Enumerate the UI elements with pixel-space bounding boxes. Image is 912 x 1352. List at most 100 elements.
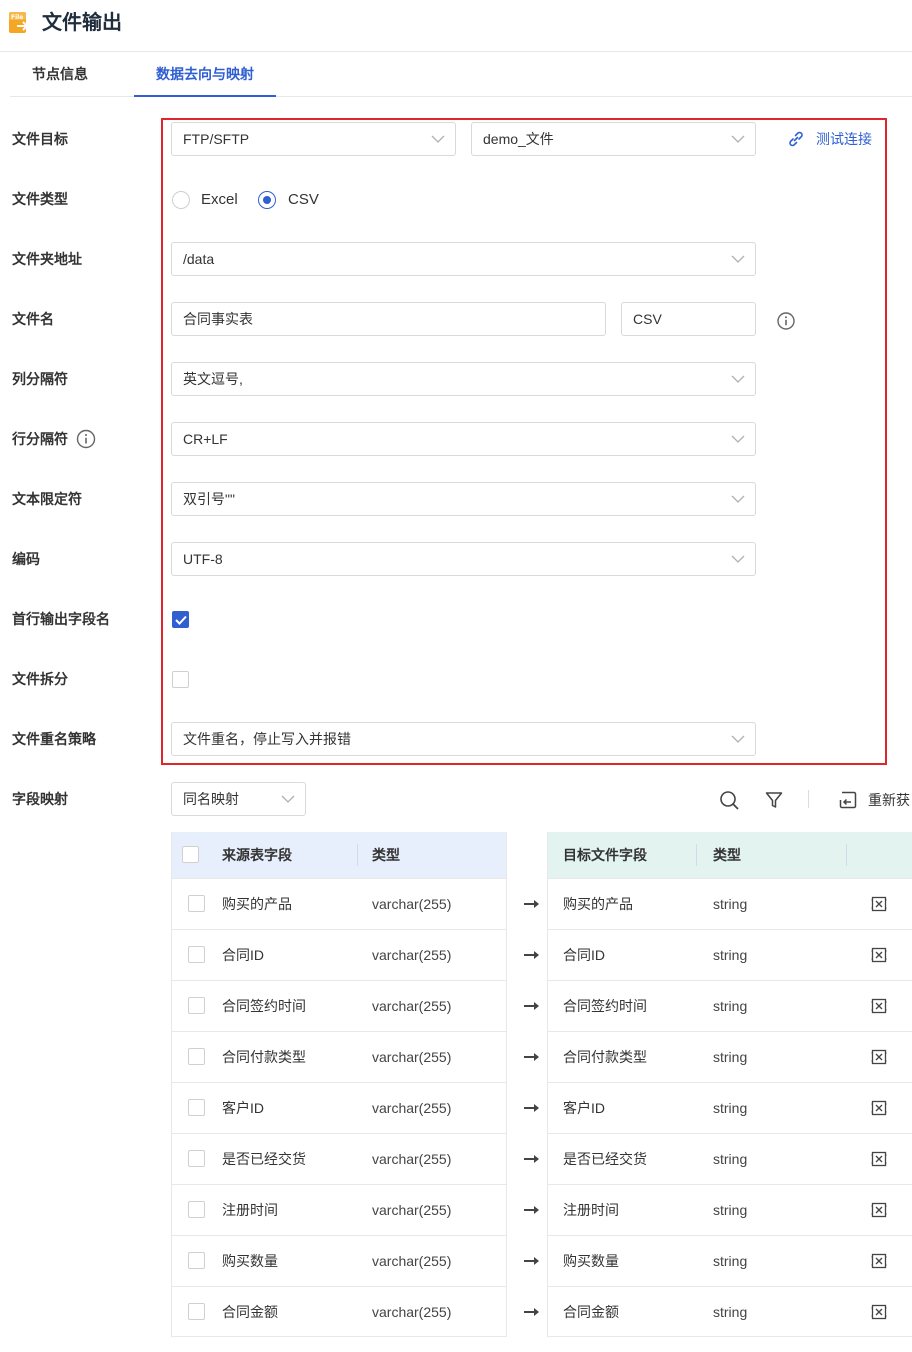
source-field-cell: 合同ID: [222, 947, 264, 963]
target-field-cell: 购买的产品: [563, 896, 633, 912]
table-row[interactable]: 合同付款类型 string: [548, 1031, 912, 1082]
info-icon[interactable]: [776, 311, 796, 331]
table-row[interactable]: 合同ID string: [548, 929, 912, 980]
filter-icon[interactable]: [764, 790, 784, 810]
delete-row-icon[interactable]: [871, 1304, 887, 1320]
chevron-down-icon: [731, 375, 745, 383]
delete-row-icon[interactable]: [871, 1049, 887, 1065]
tab-node-info[interactable]: 节点信息: [10, 52, 110, 97]
connection-select[interactable]: demo_文件: [471, 122, 756, 156]
target-type-cell: string: [713, 1253, 748, 1269]
file-split-checkbox[interactable]: [172, 671, 189, 688]
table-row[interactable]: 合同签约时间 string: [548, 980, 912, 1031]
target-type-cell: string: [713, 1151, 748, 1167]
target-field-header: 目标文件字段: [563, 847, 647, 863]
delete-row-icon[interactable]: [871, 1253, 887, 1269]
table-row[interactable]: 合同签约时间 varchar(255): [172, 980, 506, 1031]
rename-policy-label: 文件重名策略: [12, 731, 96, 747]
target-field-cell: 合同ID: [563, 947, 605, 963]
target-type-cell: string: [713, 1100, 748, 1116]
header-row-checkbox[interactable]: [172, 611, 189, 628]
file-extension-field: CSV: [621, 302, 756, 336]
rename-policy-select[interactable]: 文件重名，停止写入并报错: [171, 722, 756, 756]
test-connection-link[interactable]: 测试连接: [816, 129, 872, 149]
target-type-cell: string: [713, 998, 748, 1014]
radio-excel[interactable]: [172, 191, 190, 209]
table-row[interactable]: 购买的产品 varchar(255): [172, 878, 506, 929]
refresh-icon[interactable]: [838, 790, 858, 810]
chevron-down-icon: [731, 255, 745, 263]
mapping-arrow-icon: [524, 1053, 539, 1061]
target-type-cell: string: [713, 1049, 748, 1065]
row-checkbox[interactable]: [188, 1099, 205, 1116]
text-qualifier-value: 双引号"": [183, 491, 235, 507]
row-separator-label: 行分隔符: [12, 431, 68, 447]
table-row[interactable]: 注册时间 varchar(255): [172, 1184, 506, 1235]
row-checkbox[interactable]: [188, 997, 205, 1014]
row-checkbox[interactable]: [188, 1048, 205, 1065]
source-field-header: 来源表字段: [222, 847, 292, 863]
target-field-cell: 是否已经交货: [563, 1151, 647, 1167]
encoding-select[interactable]: UTF-8: [171, 542, 756, 576]
row-checkbox[interactable]: [188, 1150, 205, 1167]
delete-row-icon[interactable]: [871, 1100, 887, 1116]
chevron-down-icon: [731, 495, 745, 503]
radio-csv-label[interactable]: CSV: [288, 190, 319, 210]
row-separator-value: CR+LF: [183, 431, 228, 447]
refresh-button-label[interactable]: 重新获: [868, 790, 910, 810]
mapping-arrow-icon: [524, 1257, 539, 1265]
header-row-label: 首行输出字段名: [12, 611, 110, 627]
tab-data-destination-mapping[interactable]: 数据去向与映射: [134, 52, 276, 97]
row-checkbox[interactable]: [188, 946, 205, 963]
file-name-value: 合同事实表: [183, 311, 253, 327]
source-type-cell: varchar(255): [372, 947, 452, 963]
file-name-input[interactable]: 合同事实表: [171, 302, 606, 336]
target-type-cell: string: [713, 947, 748, 963]
source-field-cell: 注册时间: [222, 1202, 278, 1218]
table-row[interactable]: 是否已经交货 varchar(255): [172, 1133, 506, 1184]
link-icon[interactable]: [787, 130, 805, 148]
table-row[interactable]: 合同付款类型 varchar(255): [172, 1031, 506, 1082]
folder-value: /data: [183, 251, 215, 267]
chevron-down-icon: [731, 735, 745, 743]
mapping-arrow-icon: [524, 1206, 539, 1214]
table-row[interactable]: 是否已经交货 string: [548, 1133, 912, 1184]
tab-bar: 节点信息 数据去向与映射: [10, 52, 912, 97]
info-icon[interactable]: [76, 429, 96, 449]
row-separator-select[interactable]: CR+LF: [171, 422, 756, 456]
table-row[interactable]: 客户ID varchar(255): [172, 1082, 506, 1133]
protocol-select[interactable]: FTP/SFTP: [171, 122, 456, 156]
delete-row-icon[interactable]: [871, 1151, 887, 1167]
table-row[interactable]: 合同金额 varchar(255): [172, 1286, 506, 1336]
delete-row-icon[interactable]: [871, 896, 887, 912]
column-separator-select[interactable]: 英文逗号,: [171, 362, 756, 396]
delete-row-icon[interactable]: [871, 1202, 887, 1218]
delete-row-icon[interactable]: [871, 947, 887, 963]
select-all-checkbox[interactable]: [182, 846, 199, 863]
table-row[interactable]: 购买数量 varchar(255): [172, 1235, 506, 1286]
source-type-cell: varchar(255): [372, 1253, 452, 1269]
source-field-cell: 合同签约时间: [222, 998, 306, 1014]
text-qualifier-select[interactable]: 双引号"": [171, 482, 756, 516]
table-row[interactable]: 注册时间 string: [548, 1184, 912, 1235]
table-row[interactable]: 合同ID varchar(255): [172, 929, 506, 980]
delete-row-icon[interactable]: [871, 998, 887, 1014]
radio-excel-label[interactable]: Excel: [201, 190, 238, 210]
table-row[interactable]: 购买的产品 string: [548, 878, 912, 929]
row-checkbox[interactable]: [188, 895, 205, 912]
row-checkbox[interactable]: [188, 1201, 205, 1218]
folder-select[interactable]: /data: [171, 242, 756, 276]
row-checkbox[interactable]: [188, 1252, 205, 1269]
search-icon[interactable]: [719, 790, 739, 810]
chevron-down-icon: [281, 795, 295, 803]
target-type-header: 类型: [713, 847, 741, 863]
mapping-mode-select[interactable]: 同名映射: [171, 782, 306, 816]
file-target-label: 文件目标: [12, 131, 68, 147]
table-row[interactable]: 购买数量 string: [548, 1235, 912, 1286]
row-checkbox[interactable]: [188, 1303, 205, 1320]
radio-csv[interactable]: [258, 191, 276, 209]
table-row[interactable]: 合同金额 string: [548, 1286, 912, 1336]
chevron-down-icon: [731, 435, 745, 443]
table-row[interactable]: 客户ID string: [548, 1082, 912, 1133]
target-type-cell: string: [713, 1202, 748, 1218]
